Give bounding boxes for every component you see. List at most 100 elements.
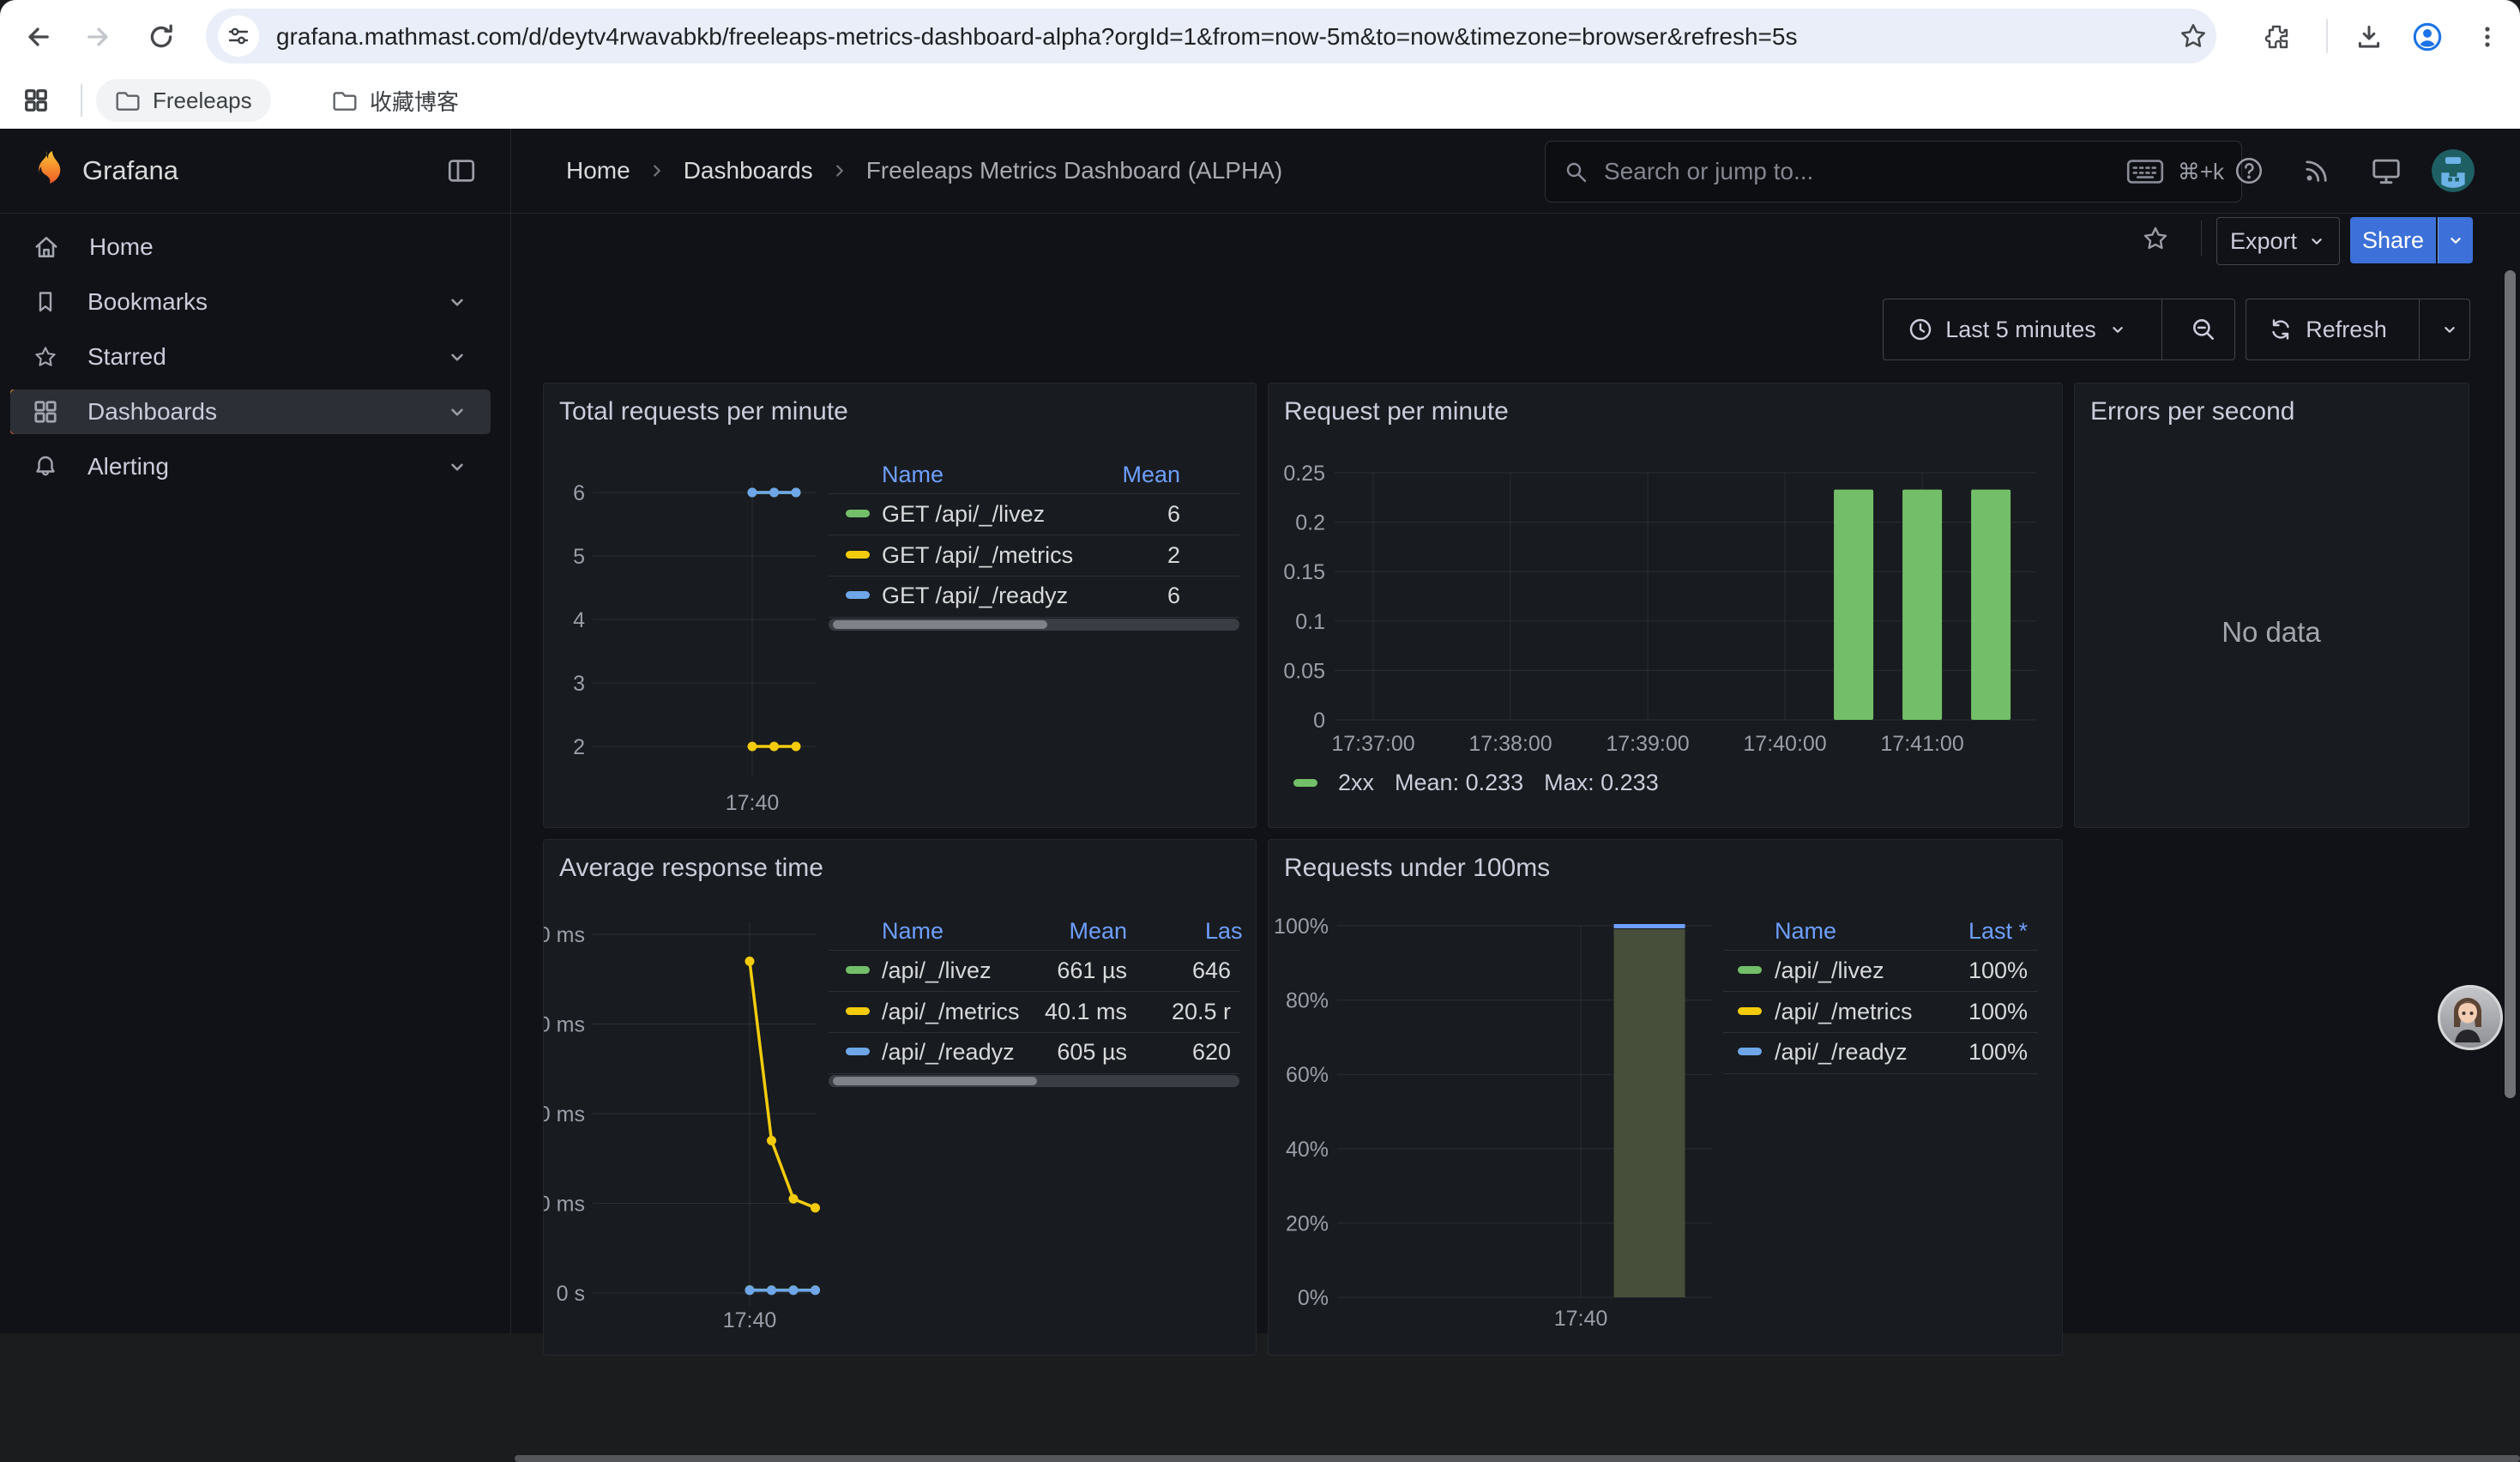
reload-icon[interactable] <box>142 18 180 56</box>
legend-series-pill[interactable] <box>846 591 870 599</box>
legend-stat: Max: 0.233 <box>1544 770 1659 796</box>
svg-text:6: 6 <box>573 481 585 505</box>
address-bar[interactable]: grafana.mathmast.com/d/deytv4rwavabkb/fr… <box>206 9 2216 63</box>
refresh-icon <box>2268 317 2294 342</box>
legend-series-pill[interactable] <box>846 1007 870 1015</box>
panel-total-requests-per-minute[interactable]: Total requests per minute 6543217:40Name… <box>543 383 1257 828</box>
legend-column-header[interactable]: Last * <box>1770 916 2028 945</box>
panel-title[interactable]: Average response time <box>559 854 823 883</box>
svg-text:0.05: 0.05 <box>1283 659 1325 683</box>
sidebar-item-home[interactable]: Home <box>10 225 491 269</box>
legend-series-name[interactable]: 2xx <box>1338 770 1374 796</box>
apps-icon[interactable] <box>17 82 55 119</box>
export-label: Export <box>2230 228 2297 255</box>
url-text[interactable]: grafana.mathmast.com/d/deytv4rwavabkb/fr… <box>276 22 1906 51</box>
legend-value: 100% <box>1770 997 2028 1026</box>
brand-label[interactable]: Grafana <box>82 155 178 186</box>
svg-text:0%: 0% <box>1298 1286 1329 1310</box>
time-controls: Last 5 minutes <box>1883 299 2235 360</box>
grafana-logo[interactable] <box>24 148 69 194</box>
chart-canvas[interactable]: 0.250.20.150.10.05017:37:0017:38:0017:39… <box>1269 384 2062 827</box>
chevron-down-icon[interactable] <box>446 401 468 423</box>
monitor-icon[interactable] <box>2370 155 2402 186</box>
dock-menu-icon[interactable] <box>446 157 477 184</box>
legend-series-pill[interactable] <box>1738 1048 1762 1055</box>
profile-icon[interactable] <box>2408 18 2446 56</box>
extensions-icon[interactable] <box>2258 18 2295 56</box>
export-button[interactable]: Export <box>2216 217 2340 265</box>
favorite-star-icon[interactable] <box>2141 224 2170 253</box>
panel-request-per-minute[interactable]: Request per minute 0.250.20.150.10.05017… <box>1268 383 2063 828</box>
apps-grid-icon <box>33 399 58 425</box>
panel-requests-under-100ms[interactable]: Requests under 100ms 100%80%60%40%20%0%1… <box>1268 839 2063 1356</box>
chevron-down-icon[interactable] <box>446 456 468 478</box>
sidebar-item-dashboards[interactable]: Dashboards <box>10 390 491 434</box>
chevron-down-icon <box>2440 320 2459 339</box>
sidebar-item-bookmarks[interactable]: Bookmarks <box>10 280 491 324</box>
sidebar-item-alerting[interactable]: Alerting <box>10 444 491 489</box>
sidebar-item-label: Home <box>89 233 154 261</box>
sidebar-item-label: Bookmarks <box>87 288 208 316</box>
legend-value: 100% <box>1770 956 2028 985</box>
share-button[interactable]: Share <box>2350 217 2436 263</box>
bookmark-label: 收藏博客 <box>370 85 459 117</box>
svg-text:17:41:00: 17:41:00 <box>1880 732 1963 756</box>
svg-text:0.1: 0.1 <box>1295 610 1325 634</box>
bookmark-folder-freeleaps[interactable]: Freeleaps <box>96 79 271 122</box>
bookmark-star-icon[interactable] <box>2174 17 2212 55</box>
chevron-down-icon <box>2446 231 2465 250</box>
table-separator <box>1723 1073 2038 1074</box>
breadcrumb-home[interactable]: Home <box>566 157 630 184</box>
legend-series-pill[interactable] <box>846 966 870 974</box>
zoom-out-button[interactable] <box>2173 299 2234 359</box>
legend-column-header[interactable]: Las <box>1205 916 1243 945</box>
search-icon <box>1563 159 1589 184</box>
panel-title[interactable]: Request per minute <box>1284 397 1509 426</box>
chart-legend[interactable]: 2xx Mean: 0.233 Max: 0.233 <box>1293 770 1659 796</box>
time-range-label: Last 5 minutes <box>1945 317 2096 343</box>
chevron-down-icon[interactable] <box>446 291 468 313</box>
refresh-button[interactable]: Refresh <box>2246 299 2408 359</box>
bookmarks-divider <box>81 84 82 117</box>
site-settings-icon[interactable] <box>218 15 259 57</box>
user-avatar[interactable] <box>2432 149 2475 192</box>
share-menu-button[interactable] <box>2438 217 2473 263</box>
search-input[interactable] <box>1602 157 2113 186</box>
legend-series-pill[interactable] <box>846 510 870 517</box>
forward-icon[interactable] <box>80 18 118 56</box>
search-box[interactable]: ⌘+k <box>1545 141 2242 202</box>
legend-stat: Mean: 0.233 <box>1395 770 1523 796</box>
legend-series-pill[interactable] <box>846 551 870 559</box>
legend-column-header[interactable]: Mean <box>870 916 1127 945</box>
refresh-interval-button[interactable] <box>2430 299 2469 359</box>
svg-text:17:38:00: 17:38:00 <box>1468 732 1552 756</box>
vertical-scrollbar[interactable] <box>2505 270 2516 1098</box>
help-icon[interactable] <box>2234 155 2264 186</box>
svg-text:100%: 100% <box>1274 915 1329 939</box>
sidebar-item-label: Dashboards <box>87 398 217 426</box>
legend-scrollbar-thumb[interactable] <box>833 620 1047 629</box>
sidebar-item-starred[interactable]: Starred <box>10 335 491 379</box>
legend-series-pill[interactable] <box>1738 1007 1762 1015</box>
rss-icon[interactable] <box>2302 156 2331 185</box>
table-separator <box>1723 1032 2038 1033</box>
breadcrumb-dashboards[interactable]: Dashboards <box>684 157 813 184</box>
bookmark-folder-blogs[interactable]: 收藏博客 <box>313 79 478 122</box>
horizontal-scrollbar[interactable] <box>515 1455 2520 1462</box>
chevron-down-icon[interactable] <box>446 346 468 368</box>
panel-title[interactable]: Total requests per minute <box>559 397 848 426</box>
legend-column-header[interactable]: Mean <box>923 460 1180 489</box>
menu-icon[interactable] <box>2469 18 2506 56</box>
download-icon[interactable] <box>2350 18 2388 56</box>
legend-series-pill[interactable] <box>1738 966 1762 974</box>
panel-average-response-time[interactable]: Average response time 80 ms60 ms40 ms20 … <box>543 839 1257 1356</box>
panel-title[interactable]: Requests under 100ms <box>1284 854 1550 883</box>
assistant-avatar[interactable] <box>2438 985 2503 1050</box>
breadcrumb: Home Dashboards Freeleaps Metrics Dashbo… <box>566 129 1282 213</box>
legend-series-pill[interactable] <box>846 1048 870 1055</box>
time-range-picker[interactable]: Last 5 minutes <box>1884 299 2151 359</box>
panel-title[interactable]: Errors per second <box>2090 397 2294 426</box>
back-icon[interactable] <box>19 18 57 56</box>
panel-errors-per-second[interactable]: Errors per second No data <box>2074 383 2469 828</box>
legend-scrollbar-thumb[interactable] <box>833 1077 1037 1085</box>
